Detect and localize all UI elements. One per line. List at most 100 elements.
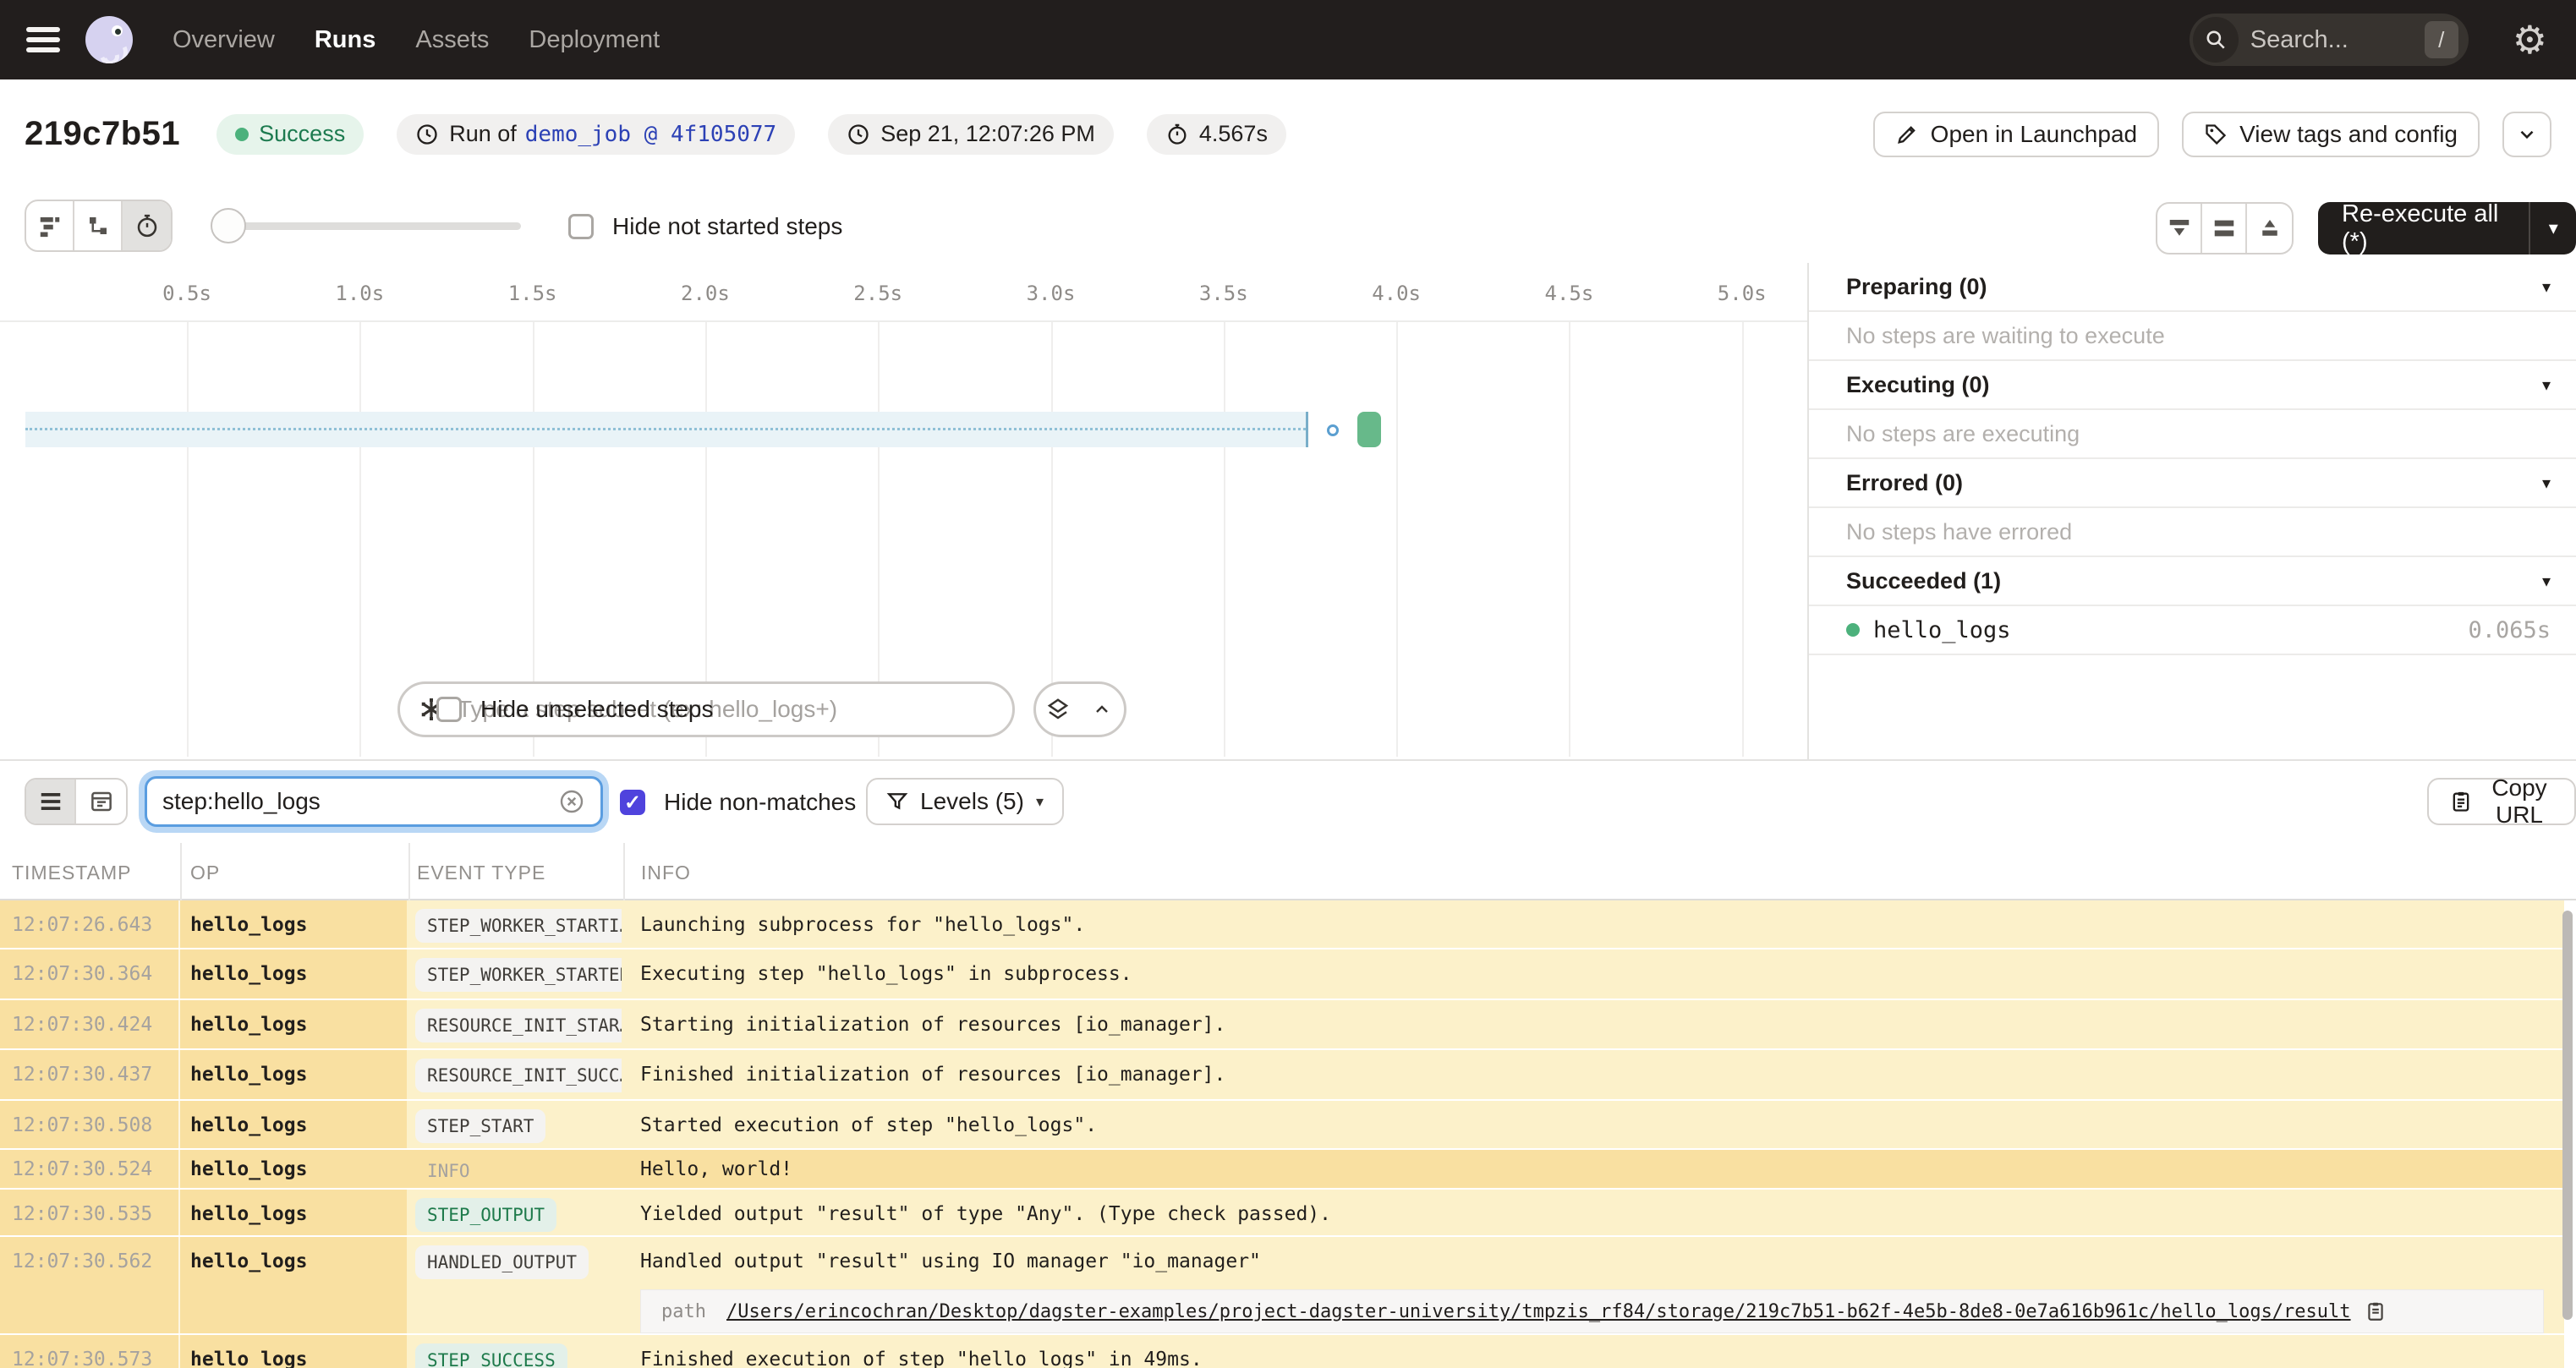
section-executing-empty: No steps are executing: [1809, 410, 2576, 459]
gear-icon[interactable]: ⚙: [2513, 20, 2547, 59]
path-label: path: [661, 1300, 706, 1322]
section-preparing-empty: No steps are waiting to execute: [1809, 312, 2576, 361]
col-event-type: EVENT TYPE: [417, 862, 546, 884]
axis-tick-label: 2.0s: [680, 282, 730, 305]
gantt-zoom-slider-track[interactable]: [218, 222, 521, 230]
run-actions-menu-button[interactable]: [2502, 111, 2551, 157]
copy-url-button[interactable]: Copy URL: [2427, 774, 2576, 828]
gantt-waterfall-view-button[interactable]: [74, 201, 123, 250]
levels-dropdown[interactable]: Levels (5) ▾: [866, 778, 1064, 825]
log-timestamp: 12:07:26.643: [0, 900, 180, 948]
log-info: Executing step "hello_logs" in subproces…: [622, 949, 2564, 999]
gantt-flat-view-button[interactable]: [26, 201, 74, 250]
event-level-label: INFO: [427, 1161, 470, 1181]
chevron-down-icon[interactable]: ▾: [2542, 375, 2551, 396]
log-row[interactable]: 12:07:30.364 hello_logs STEP_WORKER_STAR…: [0, 949, 2564, 1000]
view-tags-config-button[interactable]: View tags and config: [2182, 111, 2480, 157]
clock-icon: [847, 123, 870, 146]
search-shortcut-badge: /: [2424, 21, 2458, 58]
open-launchpad-button[interactable]: Open in Launchpad: [1872, 111, 2160, 157]
section-errored-empty: No steps have errored: [1809, 508, 2576, 557]
section-errored[interactable]: Errored (0) ▾: [1809, 459, 2576, 508]
checkbox-unchecked[interactable]: [568, 214, 594, 239]
gridline: [1223, 322, 1225, 757]
log-row[interactable]: 12:07:30.535 hello_logs STEP_OUTPUT Yiel…: [0, 1190, 2564, 1237]
pane-bottom-button[interactable]: [2157, 204, 2202, 253]
pane-split-button[interactable]: [2202, 204, 2247, 253]
dagster-logo[interactable]: [85, 16, 133, 63]
axis-tick-label: 5.0s: [1717, 282, 1767, 305]
pane-top-button[interactable]: [2247, 204, 2292, 253]
log-row[interactable]: 12:07:30.424 hello_logs RESOURCE_INIT_ST…: [0, 1000, 2564, 1050]
copy-path-icon[interactable]: [2365, 1300, 2387, 1322]
log-op: hello_logs: [180, 1150, 407, 1188]
section-executing[interactable]: Executing (0) ▾: [1809, 361, 2576, 410]
status-badge: Success: [216, 113, 364, 155]
status-dot: [235, 127, 249, 141]
output-path-link[interactable]: /Users/erincochran/Desktop/dagster-examp…: [726, 1301, 2351, 1322]
axis-tick-label: 4.5s: [1544, 282, 1594, 305]
axis-tick-label: 4.0s: [1372, 282, 1421, 305]
log-info: Hello, world!: [622, 1150, 2564, 1188]
log-table-view-button[interactable]: [26, 780, 76, 824]
axis-tick-label: 2.5s: [853, 282, 903, 305]
nav-overview[interactable]: Overview: [173, 26, 275, 54]
section-preparing[interactable]: Preparing (0) ▾: [1809, 263, 2576, 312]
log-filter-input[interactable]: step:hello_logs: [145, 776, 603, 827]
log-timestamp: 12:07:30.524: [0, 1150, 180, 1188]
clear-filter-icon[interactable]: [558, 788, 585, 815]
log-row[interactable]: 12:07:30.437 hello_logs RESOURCE_INIT_SU…: [0, 1050, 2564, 1101]
log-view-mode-group: [25, 778, 128, 825]
hide-non-matches-checkbox[interactable]: ✓ Hide non-matches: [620, 789, 856, 816]
axis-tick-label: 0.5s: [162, 282, 211, 305]
checkbox-unchecked[interactable]: [436, 697, 462, 722]
hide-not-started-checkbox[interactable]: Hide not started steps: [568, 213, 842, 240]
log-op: hello_logs: [180, 949, 407, 999]
reexecute-all-button[interactable]: Re-execute all (*) ▾: [2318, 200, 2576, 255]
checkbox-checked[interactable]: ✓: [620, 790, 645, 815]
event-type-chip: STEP_WORKER_STARTI…: [415, 909, 643, 943]
log-filter-value: step:hello_logs: [162, 788, 321, 814]
nav-deployment[interactable]: Deployment: [529, 26, 660, 54]
event-type-chip: RESOURCE_INIT_SUCC…: [415, 1059, 643, 1092]
log-op: hello_logs: [180, 1237, 407, 1333]
log-scrollbar-thumb[interactable]: [2562, 911, 2573, 1320]
log-row[interactable]: 12:07:30.562 hello_logs HANDLED_OUTPUT H…: [0, 1237, 2564, 1335]
gridline: [1741, 322, 1744, 757]
log-info: Started execution of step "hello_logs".: [622, 1101, 2564, 1148]
nav-runs[interactable]: Runs: [315, 26, 376, 54]
gantt-step-bar-hello-logs[interactable]: [1357, 412, 1381, 447]
nav-assets[interactable]: Assets: [415, 26, 489, 54]
chevron-down-icon[interactable]: ▾: [2542, 473, 2551, 494]
event-type-chip: STEP_OUTPUT: [415, 1198, 557, 1232]
history-icon: [415, 123, 439, 146]
gantt-timed-view-button[interactable]: [123, 201, 171, 250]
axis-tick-label: 3.0s: [1026, 282, 1076, 305]
layers-icon[interactable]: [1036, 684, 1080, 735]
reexecute-caret[interactable]: ▾: [2530, 202, 2576, 254]
col-timestamp: TIMESTAMP: [12, 862, 132, 884]
gantt-axis: 0.5s 1.0s 1.5s 2.0s 2.5s 3.0s 3.5s 4.0s 4.5s 5.0s: [0, 263, 1807, 320]
log-row-user-message[interactable]: 12:07:30.524 hello_logs INFO Hello, worl…: [0, 1150, 2564, 1190]
log-row[interactable]: 12:07:26.643 hello_logs STEP_WORKER_STAR…: [0, 900, 2564, 949]
run-id: 219c7b51: [25, 115, 181, 152]
chevron-down-icon[interactable]: ▾: [2542, 571, 2551, 592]
log-row[interactable]: 12:07:30.573 hello_logs STEP_SUCCESS Fin…: [0, 1335, 2564, 1368]
log-row[interactable]: 12:07:30.508 hello_logs STEP_START Start…: [0, 1101, 2564, 1150]
search-input[interactable]: Search... /: [2189, 14, 2469, 66]
log-info: Yielded output "result" of type "Any". (…: [622, 1190, 2564, 1235]
hide-unselected-checkbox[interactable]: Hide unselected steps: [436, 696, 714, 723]
log-section: step:hello_logs ✓ Hide non-matches Level…: [0, 759, 2576, 1368]
gantt-marker-circle: [1327, 424, 1339, 436]
log-timestamp: 12:07:30.437: [0, 1050, 180, 1099]
chevron-up-icon[interactable]: [1080, 684, 1124, 735]
section-succeeded[interactable]: Succeeded (1) ▾: [1809, 557, 2576, 606]
timestamp-tag: Sep 21, 12:07:26 PM: [828, 113, 1114, 155]
log-table-header: TIMESTAMP OP EVENT TYPE INFO: [0, 843, 2576, 900]
log-raw-view-button[interactable]: [76, 780, 126, 824]
hamburger-menu-icon[interactable]: [26, 27, 60, 52]
job-link[interactable]: demo_job @ 4f105077: [525, 122, 776, 147]
gantt-zoom-slider-handle[interactable]: [211, 208, 246, 244]
succeeded-step-row[interactable]: hello_logs 0.065s: [1809, 606, 2576, 655]
chevron-down-icon[interactable]: ▾: [2542, 276, 2551, 298]
